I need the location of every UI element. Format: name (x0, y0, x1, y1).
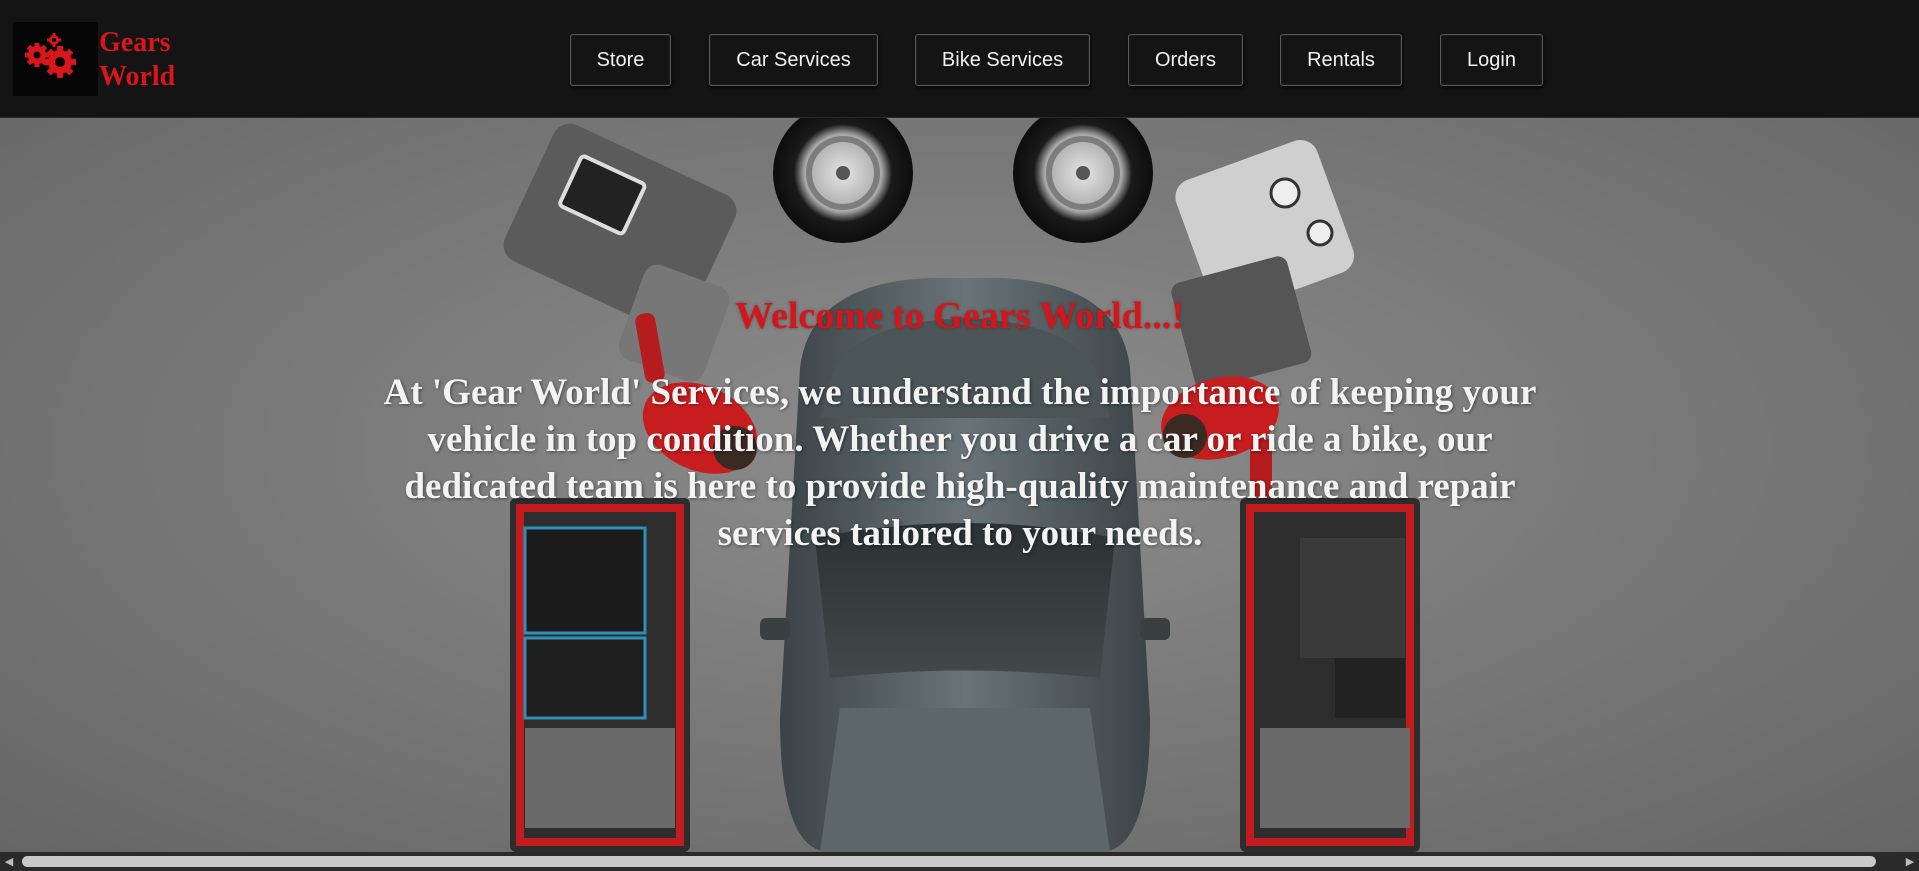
wheel-left-icon (773, 118, 913, 243)
diagnostic-machine-left-icon (503, 123, 737, 382)
hero-section: Welcome to Gears World...! At 'Gear Worl… (0, 118, 1919, 852)
nav-rentals-button[interactable]: Rentals (1280, 34, 1402, 86)
nav-car-services-button[interactable]: Car Services (709, 34, 878, 86)
horizontal-scrollbar[interactable]: ◀ ▶ (0, 852, 1919, 871)
hero-description: At 'Gear World' Services, we understand … (383, 372, 1537, 554)
wheel-right-icon (1013, 118, 1153, 243)
car-icon (760, 278, 1170, 852)
brand-line-2: World (99, 61, 176, 92)
brand-line-1: Gears (99, 27, 171, 58)
ac-service-machine-right-icon (1171, 139, 1355, 390)
nav-store-button[interactable]: Store (570, 34, 671, 86)
nav-orders-button[interactable]: Orders (1128, 34, 1243, 86)
nav-login-button[interactable]: Login (1440, 34, 1543, 86)
gears-icon[interactable] (13, 22, 98, 96)
scrollbar-thumb[interactable] (22, 856, 1876, 867)
brand-name[interactable]: Gears World (99, 26, 219, 94)
scroll-right-arrow-icon[interactable]: ▶ (1901, 852, 1919, 871)
nav-bike-services-button[interactable]: Bike Services (915, 34, 1090, 86)
scroll-left-arrow-icon[interactable]: ◀ (0, 852, 18, 871)
hero-title: Welcome to Gears World...! (735, 295, 1184, 337)
navbar: Gears World Store Car Services Bike Serv… (0, 0, 1919, 118)
